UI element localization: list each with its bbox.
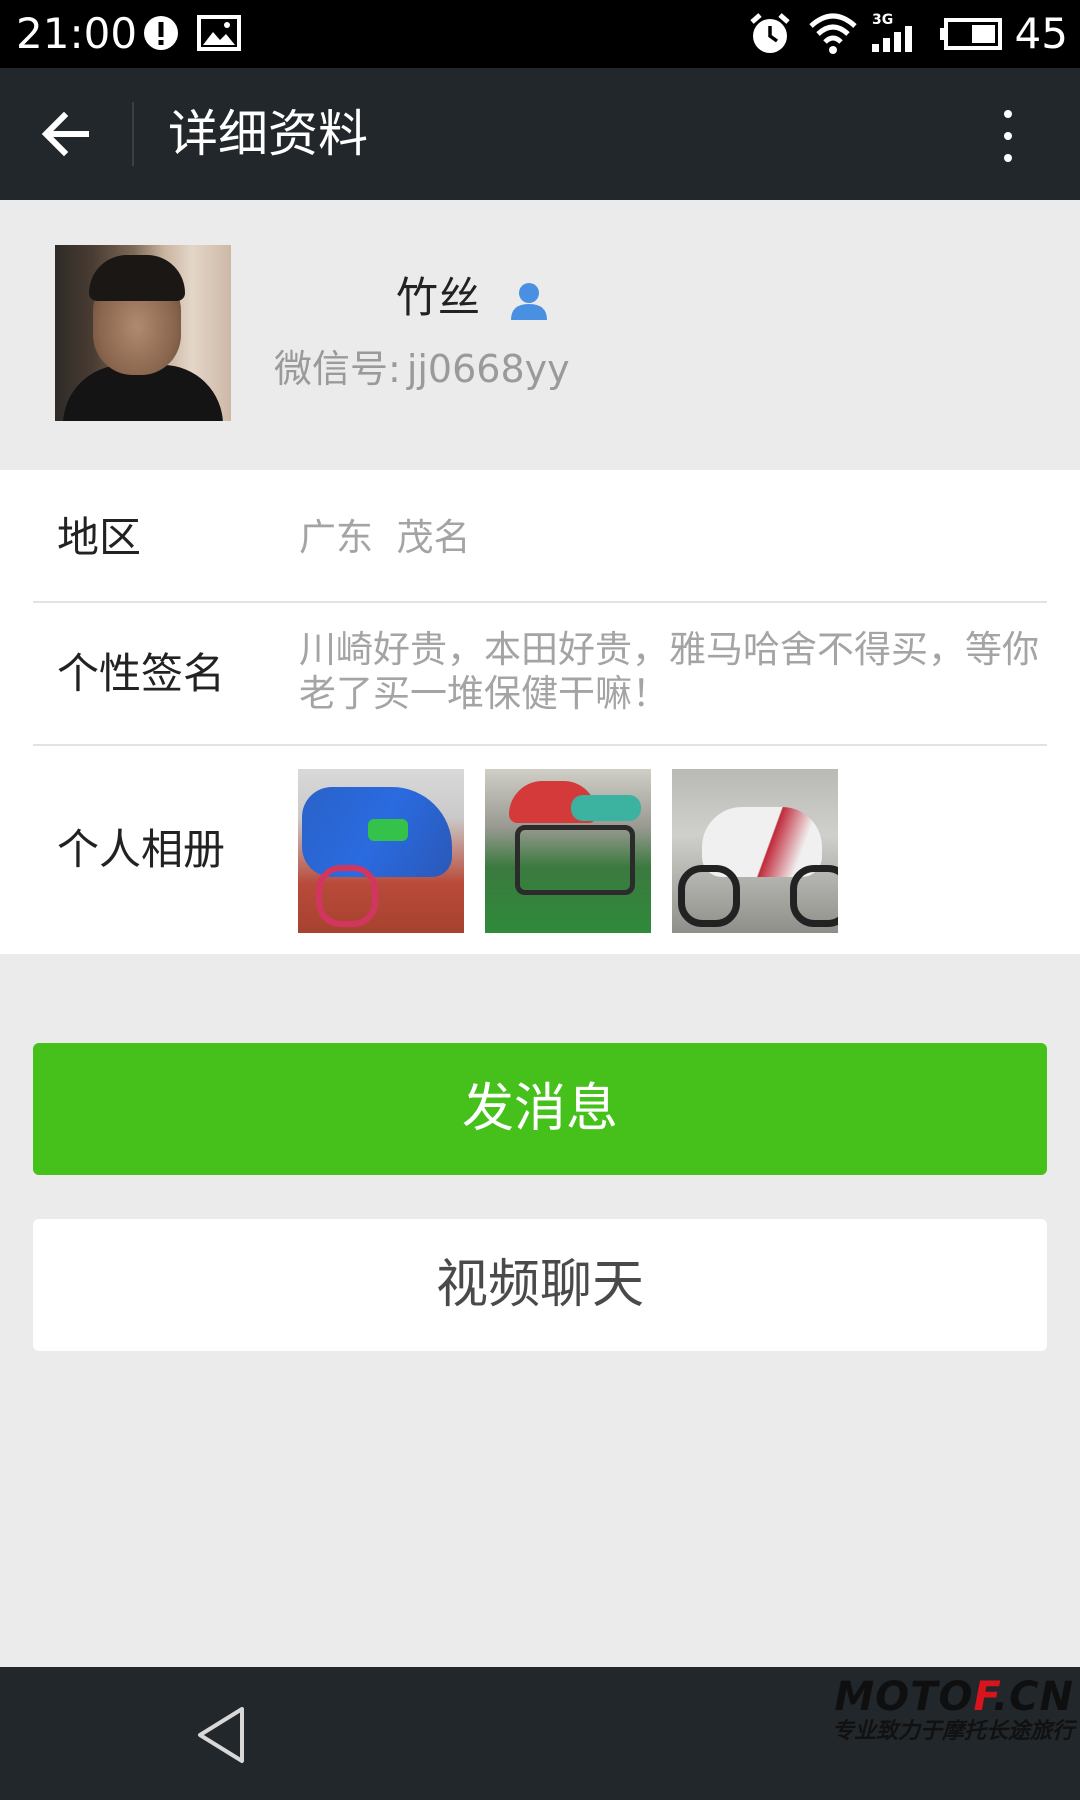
- wechat-id-label: 微信号:: [274, 347, 401, 391]
- watermark: MOTOF.CN 专业致力于摩托长途旅行: [824, 1675, 1074, 1800]
- watermark-logo: MOTOF.CN: [834, 1674, 1074, 1720]
- signal-icon: [872, 26, 912, 52]
- wechat-id: 微信号: jj0668yy: [274, 346, 570, 392]
- video-chat-button[interactable]: 视频聊天: [33, 1219, 1047, 1351]
- album-photo[interactable]: [672, 769, 838, 933]
- avatar[interactable]: [55, 245, 231, 421]
- profile-name: 竹丝: [396, 273, 481, 322]
- image-icon: [197, 15, 241, 51]
- status-time: 21:00: [16, 9, 138, 58]
- nav-back-triangle-icon[interactable]: [190, 1703, 254, 1767]
- watermark-slogan: 专业致力于摩托长途旅行: [831, 1719, 1074, 1744]
- region-value: 广东 茂名: [299, 516, 471, 559]
- album-label: 个人相册: [57, 825, 226, 874]
- album-photo[interactable]: [485, 769, 651, 933]
- app-bar-divider: [132, 102, 134, 166]
- alarm-icon: [750, 13, 790, 53]
- arrow-left-icon[interactable]: [30, 98, 102, 170]
- wechat-id-value: jj0668yy: [406, 347, 570, 391]
- alert-icon: [144, 16, 178, 50]
- signature-value: 川崎好贵，本田好贵，雅马哈舍不得买，等你老了买一堆保健干嘛！: [299, 628, 1039, 715]
- wifi-icon: [809, 13, 857, 54]
- app-bar: 详细资料: [0, 68, 1080, 200]
- signature-label: 个性签名: [57, 649, 226, 698]
- row-divider: [33, 601, 1047, 603]
- row-divider: [33, 744, 1047, 746]
- signature-row: 个性签名 川崎好贵，本田好贵，雅马哈舍不得买，等你老了买一堆保健干嘛！: [33, 628, 1047, 718]
- user-icon: [511, 283, 547, 320]
- page-title: 详细资料: [168, 105, 368, 163]
- region-row: 地区 广东 茂名: [33, 508, 1047, 568]
- more-vertical-icon[interactable]: [990, 102, 1026, 168]
- battery-icon: [940, 18, 1002, 50]
- status-bar: 21:00 3G 45: [0, 0, 1080, 68]
- send-message-button[interactable]: 发消息: [33, 1043, 1047, 1175]
- region-label: 地区: [57, 513, 142, 562]
- album-photo[interactable]: [298, 769, 464, 933]
- battery-level: 45: [1014, 9, 1068, 58]
- profile-header: 竹丝 微信号: jj0668yy: [0, 200, 1080, 470]
